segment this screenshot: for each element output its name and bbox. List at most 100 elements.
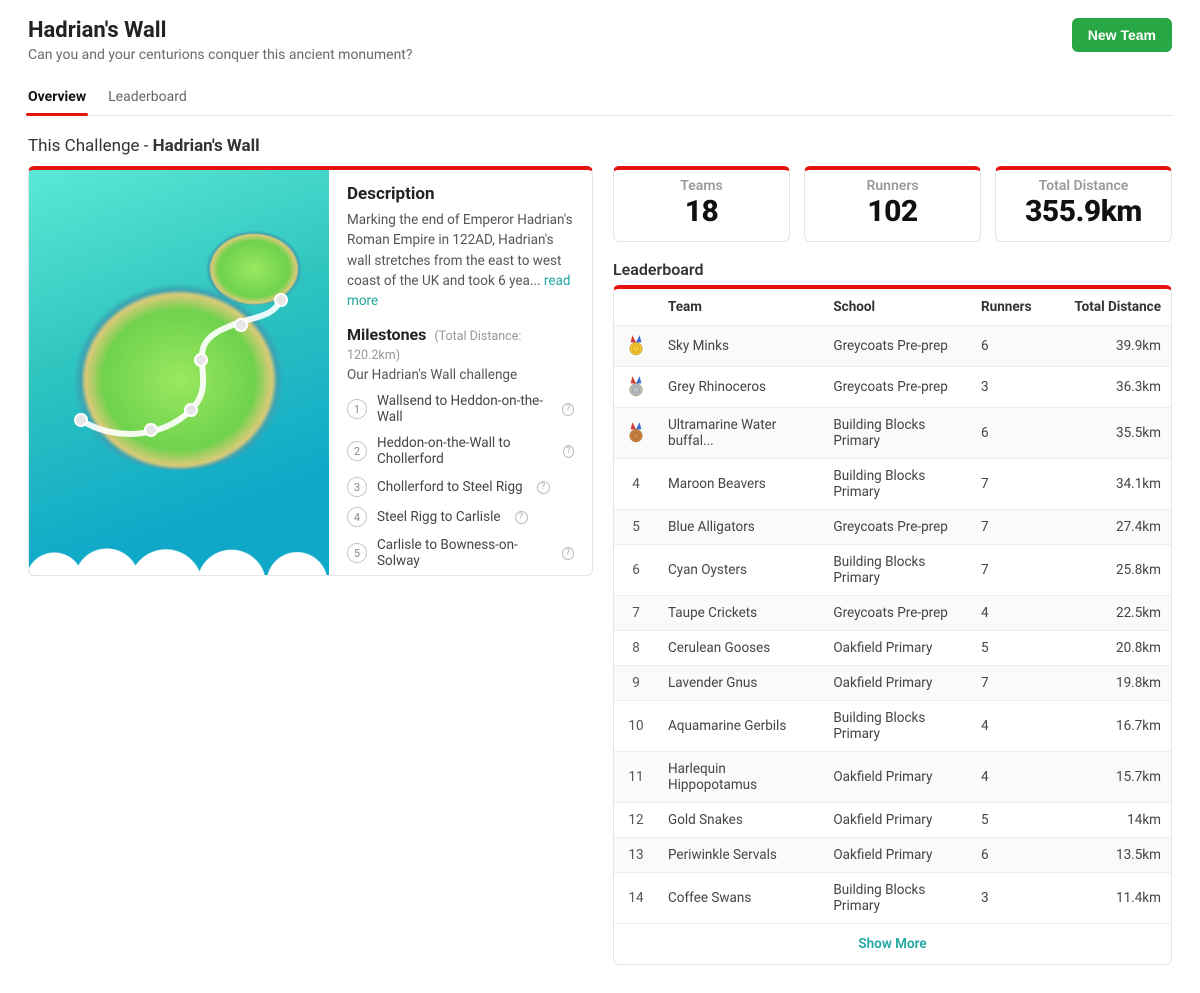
milestone-label: Wallsend to Heddon-on-the-Wall xyxy=(377,393,548,425)
distance-cell: 34.1km xyxy=(1051,459,1171,510)
distance-cell: 35.5km xyxy=(1051,408,1171,459)
runners-cell: 7 xyxy=(971,545,1051,596)
runners-cell: 4 xyxy=(971,752,1051,803)
description-heading: Description xyxy=(347,184,574,204)
table-row[interactable]: Sky MinksGreycoats Pre-prep639.9km xyxy=(614,326,1171,367)
runners-cell: 6 xyxy=(971,326,1051,367)
help-icon[interactable]: ? xyxy=(563,445,574,458)
team-cell: Gold Snakes xyxy=(658,803,823,838)
runners-cell: 5 xyxy=(971,803,1051,838)
table-row[interactable]: 5Blue AlligatorsGreycoats Pre-prep727.4k… xyxy=(614,510,1171,545)
runners-cell: 5 xyxy=(971,631,1051,666)
table-row[interactable]: 14Coffee SwansBuilding Blocks Primary311… xyxy=(614,873,1171,924)
milestones-list: 1 Wallsend to Heddon-on-the-Wall? 2 Heddon-… xyxy=(347,393,574,569)
team-cell: Lavender Gnus xyxy=(658,666,823,701)
leaderboard-card: Team School Runners Total Distance Sky M… xyxy=(613,285,1172,965)
stat-card-runners: Runners 102 xyxy=(804,166,981,242)
breadcrumb-name: Hadrian's Wall xyxy=(153,136,260,156)
tabs: Overview Leaderboard xyxy=(28,81,1172,116)
runners-cell: 6 xyxy=(971,838,1051,873)
distance-cell: 36.3km xyxy=(1051,367,1171,408)
school-cell: Greycoats Pre-prep xyxy=(823,596,971,631)
runners-cell: 4 xyxy=(971,701,1051,752)
stat-card-teams: Teams 18 xyxy=(613,166,790,242)
help-icon[interactable]: ? xyxy=(515,511,528,524)
school-cell: Greycoats Pre-prep xyxy=(823,510,971,545)
distance-cell: 15.7km xyxy=(1051,752,1171,803)
runners-cell: 6 xyxy=(971,408,1051,459)
rank-cell: 14 xyxy=(614,873,658,924)
table-row[interactable]: 11Harlequin HippopotamusOakfield Primary… xyxy=(614,752,1171,803)
distance-cell: 14km xyxy=(1051,803,1171,838)
rank-cell xyxy=(614,367,658,408)
distance-cell: 25.8km xyxy=(1051,545,1171,596)
team-cell: Grey Rhinoceros xyxy=(658,367,823,408)
table-row[interactable]: 4Maroon BeaversBuilding Blocks Primary73… xyxy=(614,459,1171,510)
medal-bronze-icon xyxy=(627,425,645,441)
tab-overview[interactable]: Overview xyxy=(28,81,86,115)
milestones-heading: Milestones (Total Distance: 120.2km) xyxy=(347,325,574,363)
rank-cell: 7 xyxy=(614,596,658,631)
school-cell: Greycoats Pre-prep xyxy=(823,326,971,367)
distance-cell: 11.4km xyxy=(1051,873,1171,924)
rank-cell xyxy=(614,408,658,459)
help-icon[interactable]: ? xyxy=(562,403,574,416)
school-cell: Building Blocks Primary xyxy=(823,545,971,596)
help-icon[interactable]: ? xyxy=(537,481,550,494)
team-cell: Blue Alligators xyxy=(658,510,823,545)
stat-value-distance: 355.9km xyxy=(1002,194,1165,229)
school-cell: Oakfield Primary xyxy=(823,803,971,838)
school-cell: Building Blocks Primary xyxy=(823,701,971,752)
table-row[interactable]: 8Cerulean GoosesOakfield Primary520.8km xyxy=(614,631,1171,666)
milestone-label: Heddon-on-the-Wall to Chollerford xyxy=(377,435,549,467)
milestone-number: 1 xyxy=(347,399,367,419)
table-row[interactable]: 12Gold SnakesOakfield Primary514km xyxy=(614,803,1171,838)
distance-cell: 13.5km xyxy=(1051,838,1171,873)
school-cell: Greycoats Pre-prep xyxy=(823,367,971,408)
milestones-subtitle: Our Hadrian's Wall challenge xyxy=(347,367,574,383)
leaderboard-table: Team School Runners Total Distance Sky M… xyxy=(614,289,1171,923)
school-cell: Building Blocks Primary xyxy=(823,408,971,459)
table-row[interactable]: 9Lavender GnusOakfield Primary719.8km xyxy=(614,666,1171,701)
milestone-number: 5 xyxy=(347,543,367,563)
table-row[interactable]: Grey RhinocerosGreycoats Pre-prep336.3km xyxy=(614,367,1171,408)
stat-value-teams: 18 xyxy=(620,194,783,229)
runners-cell: 7 xyxy=(971,666,1051,701)
stat-label-distance: Total Distance xyxy=(1002,178,1165,194)
milestone-number: 3 xyxy=(347,477,367,497)
description-text: Marking the end of Emperor Hadrian's Rom… xyxy=(347,210,574,311)
table-row[interactable]: 6Cyan OystersBuilding Blocks Primary725.… xyxy=(614,545,1171,596)
table-row[interactable]: 7Taupe CricketsGreycoats Pre-prep422.5km xyxy=(614,596,1171,631)
col-team: Team xyxy=(658,289,823,326)
rank-cell: 12 xyxy=(614,803,658,838)
rank-cell: 9 xyxy=(614,666,658,701)
rank-cell: 10 xyxy=(614,701,658,752)
breadcrumb: This Challenge - Hadrian's Wall xyxy=(28,136,1172,156)
milestone-label: Steel Rigg to Carlisle xyxy=(377,509,501,525)
challenge-card: Description Marking the end of Emperor H… xyxy=(28,166,593,576)
milestone-number: 2 xyxy=(347,441,367,461)
runners-cell: 3 xyxy=(971,873,1051,924)
stat-label-teams: Teams xyxy=(620,178,783,194)
school-cell: Building Blocks Primary xyxy=(823,873,971,924)
page-subtitle: Can you and your centurions conquer this… xyxy=(28,47,413,63)
distance-cell: 20.8km xyxy=(1051,631,1171,666)
milestone-item: 4Steel Rigg to Carlisle? xyxy=(347,507,574,527)
table-row[interactable]: 10Aquamarine GerbilsBuilding Blocks Prim… xyxy=(614,701,1171,752)
show-more-link[interactable]: Show More xyxy=(614,924,1171,964)
col-school: School xyxy=(823,289,971,326)
team-cell: Coffee Swans xyxy=(658,873,823,924)
milestone-item: 3Chollerford to Steel Rigg? xyxy=(347,477,574,497)
page-title: Hadrian's Wall xyxy=(28,18,413,43)
table-row[interactable]: 13Periwinkle ServalsOakfield Primary613.… xyxy=(614,838,1171,873)
help-icon[interactable]: ? xyxy=(562,547,574,560)
new-team-button[interactable]: New Team xyxy=(1072,18,1172,52)
rank-cell: 13 xyxy=(614,838,658,873)
distance-cell: 16.7km xyxy=(1051,701,1171,752)
medal-gold-icon xyxy=(627,338,645,354)
milestone-item: 2 Heddon-on-the-Wall to Chollerford? xyxy=(347,435,574,467)
school-cell: Building Blocks Primary xyxy=(823,459,971,510)
table-row[interactable]: Ultramarine Water buffal...Building Bloc… xyxy=(614,408,1171,459)
tab-leaderboard[interactable]: Leaderboard xyxy=(108,81,187,115)
school-cell: Oakfield Primary xyxy=(823,838,971,873)
